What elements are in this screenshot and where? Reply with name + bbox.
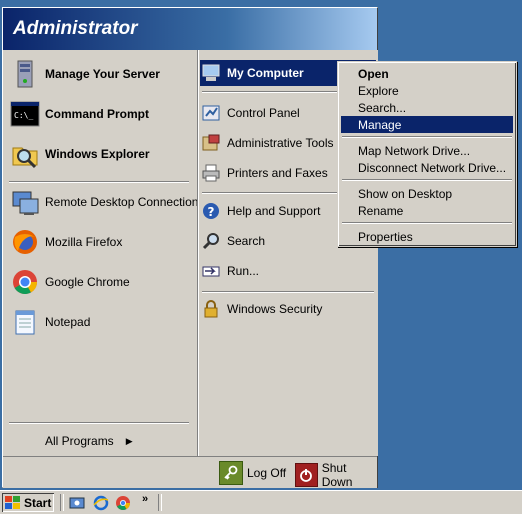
all-programs-separator — [9, 422, 189, 424]
windows-explorer-icon — [9, 138, 41, 170]
svg-text:C:\_: C:\_ — [14, 111, 33, 120]
quicklaunch-overflow-chevron[interactable]: » — [142, 493, 148, 505]
windows-logo-icon — [5, 495, 21, 510]
command-prompt-icon: C:\_ — [9, 98, 41, 130]
all-programs-button[interactable]: All Programs ▶ — [45, 434, 133, 448]
arrow-right-icon: ▶ — [125, 435, 133, 446]
control-panel-icon — [200, 102, 222, 124]
menu-item-run[interactable]: Run... — [200, 258, 376, 284]
start-menu-left-pane: Manage Your Server C:\_ Command Prompt W… — [3, 50, 198, 456]
context-item-map-network-drive[interactable]: Map Network Drive... — [341, 142, 513, 159]
chrome-icon — [9, 266, 41, 298]
context-separator-1 — [342, 136, 512, 138]
administrative-tools-icon — [200, 132, 222, 154]
remote-desktop-icon — [9, 186, 41, 218]
key-icon — [219, 461, 243, 485]
shut-down-button[interactable]: Shut Down — [295, 461, 377, 489]
svg-text:?: ? — [208, 205, 215, 219]
context-menu: Open Explore Search... Manage Map Networ… — [337, 61, 517, 247]
firefox-icon — [9, 226, 41, 258]
start-menu: Administrator Manage Your Server C:\_ Co… — [2, 7, 378, 489]
quicklaunch-show-desktop-icon[interactable] — [68, 494, 85, 511]
windows-security-icon — [200, 298, 222, 320]
context-item-explore[interactable]: Explore — [341, 82, 513, 99]
taskbar: Start » — [0, 490, 522, 514]
menu-item-manage-your-server[interactable]: Manage Your Server — [9, 56, 160, 92]
menu-item-notepad[interactable]: Notepad — [9, 304, 90, 340]
menu-item-google-chrome[interactable]: Google Chrome — [9, 264, 130, 300]
context-separator-3 — [342, 222, 512, 224]
start-menu-header: Administrator — [3, 8, 377, 50]
menu-item-remote-desktop[interactable]: Remote Desktop Connection — [9, 184, 198, 220]
context-item-search[interactable]: Search... — [341, 99, 513, 116]
left-separator — [9, 181, 189, 183]
menu-item-command-prompt[interactable]: C:\_ Command Prompt — [9, 96, 149, 132]
start-menu-bottom-bar: Log Off Shut Down — [3, 456, 377, 489]
quicklaunch-chrome-icon[interactable] — [114, 494, 131, 511]
quicklaunch-internet-explorer-icon[interactable] — [92, 494, 109, 511]
start-button[interactable]: Start — [2, 493, 54, 512]
context-item-rename[interactable]: Rename — [341, 202, 513, 219]
help-icon: ? — [200, 200, 222, 222]
user-name: Administrator — [13, 18, 138, 39]
context-item-disconnect-network-drive[interactable]: Disconnect Network Drive... — [341, 159, 513, 176]
run-icon — [200, 260, 222, 282]
right-separator-3 — [202, 291, 374, 293]
menu-item-windows-security[interactable]: Windows Security — [200, 296, 376, 322]
context-separator-2 — [342, 179, 512, 181]
power-icon — [295, 463, 318, 487]
manage-server-icon — [9, 58, 41, 90]
context-item-properties[interactable]: Properties — [341, 228, 513, 245]
taskbar-divider — [158, 494, 162, 511]
context-item-manage[interactable]: Manage — [341, 116, 513, 133]
log-off-button[interactable]: Log Off — [219, 461, 286, 485]
search-icon — [200, 230, 222, 252]
notepad-icon — [9, 306, 41, 338]
quicklaunch-divider — [60, 494, 64, 511]
menu-item-windows-explorer[interactable]: Windows Explorer — [9, 136, 150, 172]
menu-item-mozilla-firefox[interactable]: Mozilla Firefox — [9, 224, 122, 260]
context-item-show-on-desktop[interactable]: Show on Desktop — [341, 185, 513, 202]
my-computer-icon — [200, 62, 222, 84]
context-item-open[interactable]: Open — [341, 65, 513, 82]
printers-icon — [200, 162, 222, 184]
